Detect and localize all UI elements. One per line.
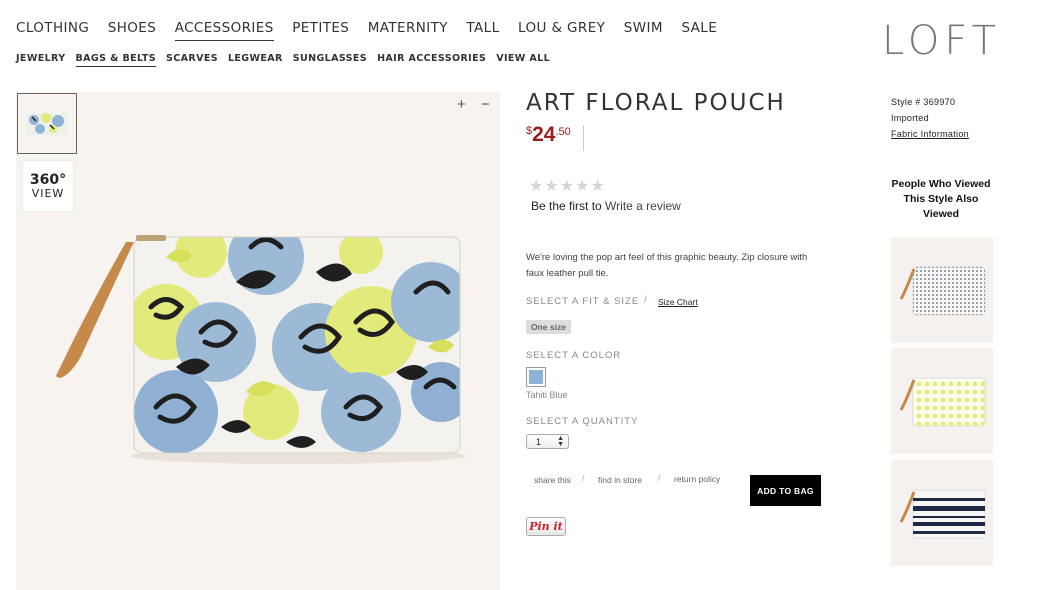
color-label: SELECT A COLOR <box>526 350 622 361</box>
thumbnail-image <box>26 112 68 135</box>
view360-degrees: 360° <box>29 171 67 188</box>
star-icon: ★ <box>544 178 559 195</box>
subnav-hair-accessories[interactable]: HAIR ACCESSORIES <box>377 53 486 67</box>
recommended-image-3 <box>899 489 986 539</box>
view-360-button[interactable]: 360° VIEW <box>22 160 74 212</box>
main-nav: CLOTHING SHOES ACCESSORIES PETITES MATER… <box>16 20 736 41</box>
fabric-info-link[interactable]: Fabric Information <box>891 126 969 142</box>
rating-stars[interactable]: ★ ★ ★ ★ ★ <box>529 176 605 196</box>
subnav-sunglasses[interactable]: SUNGLASSES <box>293 53 367 67</box>
recommended-product-3[interactable] <box>891 460 993 566</box>
color-name: Tahiti Blue <box>526 390 568 400</box>
find-in-store-link[interactable]: find in store <box>598 475 642 485</box>
stepper-arrows-icon: ▲ ▼ <box>557 435 564 448</box>
star-icon: ★ <box>575 178 590 195</box>
nav-lou-grey[interactable]: LOU & GREY <box>518 20 605 41</box>
price-whole: 24 <box>532 123 556 146</box>
subnav-view-all[interactable]: VIEW ALL <box>496 53 550 67</box>
subnav-bags-belts[interactable]: BAGS & BELTS <box>75 53 156 67</box>
nav-accessories[interactable]: ACCESSORIES <box>174 20 274 41</box>
subnav-legwear[interactable]: LEGWEAR <box>228 53 283 67</box>
product-thumbnail[interactable] <box>17 93 77 154</box>
quantity-value: 1 <box>536 436 542 447</box>
separator: / <box>644 295 647 306</box>
review-prefix: Be the first to <box>531 199 606 213</box>
sub-nav: JEWELRY BAGS & BELTS SCARVES LEGWEAR SUN… <box>16 53 560 67</box>
also-viewed-title: People Who Viewed This Style Also Viewed <box>891 178 991 220</box>
price-cents: .50 <box>555 126 571 138</box>
size-option-one-size[interactable]: One size <box>526 320 571 334</box>
write-review-link[interactable]: Write a review <box>605 199 681 213</box>
subnav-scarves[interactable]: SCARVES <box>166 53 218 67</box>
quantity-select[interactable]: 1 ▲ ▼ <box>526 434 569 449</box>
nav-shoes[interactable]: SHOES <box>108 20 156 41</box>
share-link[interactable]: share this <box>534 475 571 485</box>
recommended-image-1 <box>899 266 986 316</box>
quantity-label: SELECT A QUANTITY <box>526 416 639 427</box>
recommended-image-2 <box>899 377 986 427</box>
subnav-jewelry[interactable]: JEWELRY <box>16 53 66 67</box>
review-prompt: Be the first to Write a review <box>531 199 681 213</box>
pinterest-pin-button[interactable]: Pin it <box>526 517 566 536</box>
pouch-image <box>56 235 466 464</box>
size-chart-link[interactable]: Size Chart <box>658 297 698 307</box>
recommended-product-2[interactable] <box>891 348 993 454</box>
price-divider <box>583 125 584 151</box>
nav-tall[interactable]: TALL <box>466 20 499 41</box>
color-swatch-tahiti-blue[interactable] <box>526 367 546 387</box>
return-policy-link[interactable]: return policy <box>674 474 720 484</box>
nav-clothing[interactable]: CLOTHING <box>16 20 89 41</box>
product-description: We're loving the pop art feel of this gr… <box>526 252 808 279</box>
recommended-product-1[interactable] <box>891 237 993 343</box>
imported-note: Imported <box>891 113 929 123</box>
product-title: ART FLORAL POUCH <box>526 90 786 116</box>
loft-logo[interactable]: LOFT <box>882 18 1001 64</box>
add-to-bag-button[interactable]: ADD TO BAG <box>750 475 821 506</box>
nav-petites[interactable]: PETITES <box>292 20 349 41</box>
view360-label: VIEW <box>31 186 65 200</box>
swatch-fill <box>529 370 543 384</box>
nav-sale[interactable]: SALE <box>681 20 717 41</box>
product-price: $ 24 .50 <box>526 124 571 146</box>
star-icon: ★ <box>590 178 605 195</box>
zoom-out-icon[interactable]: − <box>481 96 490 113</box>
nav-maternity[interactable]: MATERNITY <box>368 20 448 41</box>
style-number: Style # 369970 <box>891 97 956 107</box>
zoom-in-icon[interactable]: + <box>457 96 466 113</box>
style-meta: Style # 369970 Imported Fabric Informati… <box>891 94 969 142</box>
star-icon: ★ <box>529 178 544 195</box>
fit-size-label: SELECT A FIT & SIZE <box>526 296 640 307</box>
separator: / <box>582 473 585 483</box>
star-icon: ★ <box>559 178 575 195</box>
product-image-stage[interactable]: 360° VIEW + − <box>16 92 500 590</box>
separator: / <box>658 473 661 483</box>
nav-swim[interactable]: SWIM <box>624 20 663 41</box>
